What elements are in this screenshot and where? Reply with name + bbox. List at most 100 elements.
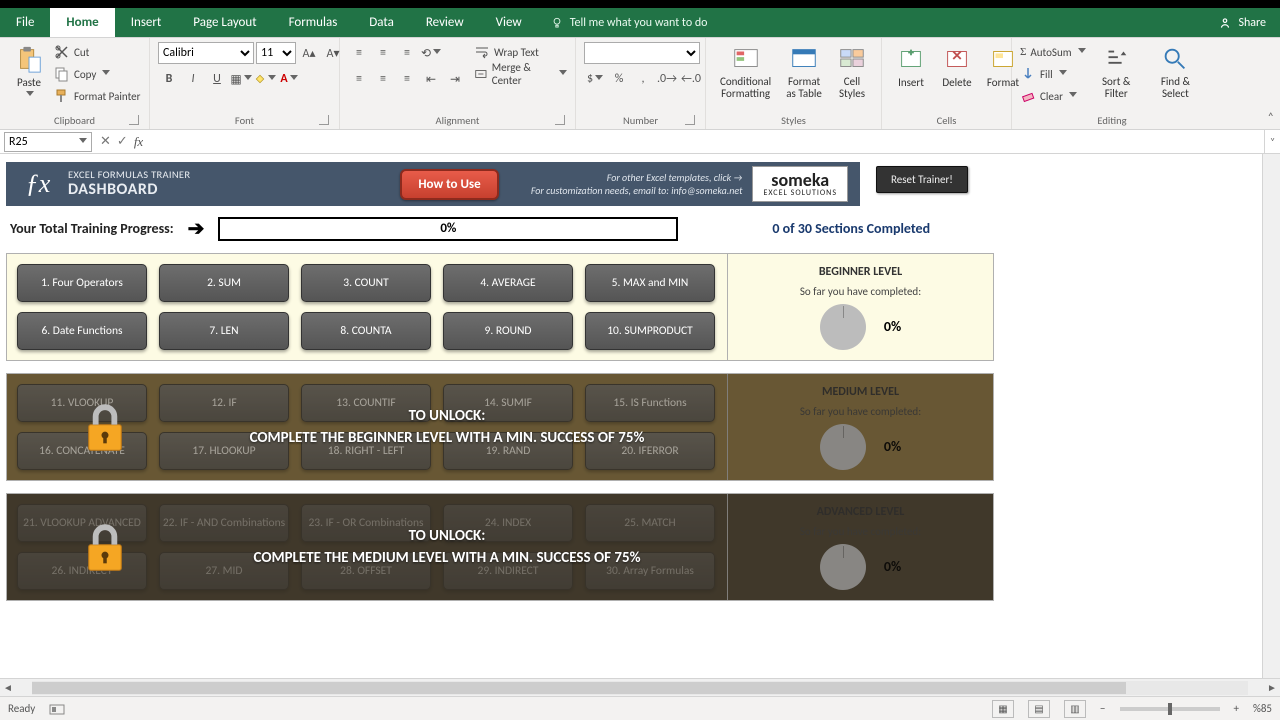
orientation-button[interactable]: ⟲ — [420, 42, 442, 64]
macro-recorder-icon[interactable] — [49, 702, 65, 716]
tab-page-layout[interactable]: Page Layout — [177, 8, 272, 37]
delete-cells-button[interactable]: Delete — [936, 42, 978, 91]
cell-styles-label: Cell Styles — [835, 76, 869, 100]
dialog-launcher-icon[interactable] — [685, 115, 695, 125]
normal-view-button[interactable]: ▦ — [992, 700, 1014, 718]
format-painter-button[interactable]: Format Painter — [54, 86, 140, 106]
trainer-section-button[interactable]: 10. SUMPRODUCT — [585, 312, 715, 350]
formula-input[interactable] — [151, 132, 1264, 152]
enter-formula-button[interactable]: ✓ — [117, 134, 128, 150]
increase-decimal-button[interactable]: .0→ — [656, 68, 678, 90]
font-name-select[interactable]: Calibri — [158, 42, 254, 64]
page-layout-view-button[interactable]: ▤ — [1028, 700, 1050, 718]
comma-format-button[interactable]: , — [632, 68, 654, 90]
trainer-section-button[interactable]: 9. ROUND — [443, 312, 573, 350]
accounting-format-button[interactable]: $ — [584, 68, 606, 90]
clear-button[interactable]: Clear — [1020, 86, 1086, 106]
tab-file[interactable]: File — [0, 8, 50, 37]
beginner-title: BEGINNER LEVEL — [819, 265, 902, 279]
insert-cells-button[interactable]: Insert — [890, 42, 932, 91]
format-as-table-button[interactable]: Format as Table — [781, 42, 827, 102]
align-middle-button[interactable]: ≡ — [372, 42, 394, 64]
align-top-button[interactable]: ≡ — [348, 42, 370, 64]
increase-font-button[interactable]: A▴ — [298, 42, 320, 64]
page-break-view-button[interactable]: ▥ — [1064, 700, 1086, 718]
trainer-section-button[interactable]: 1. Four Operators — [17, 264, 147, 302]
reset-trainer-button[interactable]: Reset Trainer! — [876, 166, 968, 193]
lock-icon — [77, 519, 133, 575]
wrap-icon — [474, 44, 490, 60]
fx-icon[interactable]: fx — [134, 134, 143, 150]
zoom-level[interactable]: %85 — [1253, 702, 1272, 715]
fill-button[interactable]: Fill — [1020, 64, 1086, 84]
fill-color-button[interactable] — [254, 68, 276, 90]
tab-review[interactable]: Review — [410, 8, 480, 37]
delete-icon — [942, 44, 972, 74]
number-format-select[interactable] — [584, 42, 700, 64]
align-right-button[interactable]: ≡ — [396, 68, 418, 90]
align-center-button[interactable]: ≡ — [372, 68, 394, 90]
advanced-unlock-line2: COMPLETE THE MEDIUM LEVEL WITH A MIN. SU… — [253, 547, 640, 570]
copy-button[interactable]: Copy — [54, 64, 140, 84]
align-bottom-button[interactable]: ≡ — [396, 42, 418, 64]
tab-insert[interactable]: Insert — [115, 8, 178, 37]
tab-view[interactable]: View — [480, 8, 538, 37]
vertical-scrollbar[interactable] — [1262, 154, 1280, 678]
trainer-section-button[interactable]: 8. COUNTA — [301, 312, 431, 350]
dashboard-title: DASHBOARD — [68, 181, 190, 199]
autosum-button[interactable]: Σ AutoSum — [1020, 42, 1086, 62]
dialog-launcher-icon[interactable] — [319, 115, 329, 125]
expand-formula-bar-button[interactable]: ˅ — [1264, 130, 1280, 153]
decrease-decimal-button[interactable]: ←.0 — [680, 68, 702, 90]
advanced-unlock-line1: TO UNLOCK: — [409, 525, 486, 548]
scroll-left-button[interactable]: ◄ — [0, 681, 16, 694]
cut-button[interactable]: Cut — [54, 42, 140, 62]
cell-styles-button[interactable]: Cell Styles — [831, 42, 873, 102]
tab-home[interactable]: Home — [50, 8, 114, 37]
trainer-section-button[interactable]: 3. COUNT — [301, 264, 431, 302]
find-select-button[interactable]: Find & Select — [1147, 42, 1204, 102]
increase-indent-button[interactable]: ⇥ — [444, 68, 466, 90]
tab-data[interactable]: Data — [353, 8, 410, 37]
how-to-use-button[interactable]: How to Use — [400, 169, 498, 200]
horizontal-scrollbar[interactable]: ◄ ► — [0, 678, 1280, 696]
underline-button[interactable]: U — [206, 68, 228, 90]
trainer-section-button[interactable]: 2. SUM — [159, 264, 289, 302]
sections-completed: 0 of 30 Sections Completed — [772, 220, 930, 237]
merge-center-button[interactable]: Merge & Center — [474, 64, 567, 84]
sort-filter-button[interactable]: Sort & Filter — [1090, 42, 1143, 102]
border-button[interactable]: ▦ — [230, 68, 252, 90]
lock-icon — [77, 399, 133, 455]
zoom-slider[interactable] — [1120, 707, 1220, 711]
someka-logo: someka EXCEL SOLUTIONS — [752, 166, 848, 202]
trainer-section-button[interactable]: 5. MAX and MIN — [585, 264, 715, 302]
beginner-buttons: 1. Four Operators 2. SUM 3. COUNT 4. AVERAG… — [7, 254, 727, 360]
paste-button[interactable]: Paste — [8, 42, 50, 101]
editing-group-label: Editing — [1020, 112, 1204, 127]
dialog-launcher-icon[interactable] — [129, 115, 139, 125]
share-button[interactable]: Share — [1204, 8, 1280, 37]
tell-me-search[interactable]: Tell me what you want to do — [538, 8, 1205, 37]
font-color-button[interactable]: A — [278, 68, 300, 90]
name-box-value: R25 — [9, 135, 28, 149]
trainer-section-button[interactable]: 4. AVERAGE — [443, 264, 573, 302]
conditional-formatting-button[interactable]: Conditional Formatting — [714, 42, 777, 102]
bold-button[interactable]: B — [158, 68, 180, 90]
wrap-text-button[interactable]: Wrap Text — [474, 42, 567, 62]
cancel-formula-button[interactable]: ✕ — [100, 134, 111, 150]
tab-formulas[interactable]: Formulas — [273, 8, 354, 37]
name-box[interactable]: R25 — [4, 132, 92, 152]
zoom-out-button[interactable]: − — [1100, 702, 1105, 715]
trainer-section-button[interactable]: 6. Date Functions — [17, 312, 147, 350]
align-left-button[interactable]: ≡ — [348, 68, 370, 90]
zoom-in-button[interactable]: + — [1234, 702, 1239, 715]
progress-value-box: 0% — [218, 217, 678, 241]
font-size-select[interactable]: 11 — [256, 42, 296, 64]
collapse-ribbon-button[interactable]: ˄ — [1268, 111, 1274, 125]
decrease-indent-button[interactable]: ⇤ — [420, 68, 442, 90]
trainer-section-button[interactable]: 7. LEN — [159, 312, 289, 350]
dialog-launcher-icon[interactable] — [555, 115, 565, 125]
scroll-right-button[interactable]: ► — [1264, 681, 1280, 694]
percent-format-button[interactable]: % — [608, 68, 630, 90]
italic-button[interactable]: I — [182, 68, 204, 90]
